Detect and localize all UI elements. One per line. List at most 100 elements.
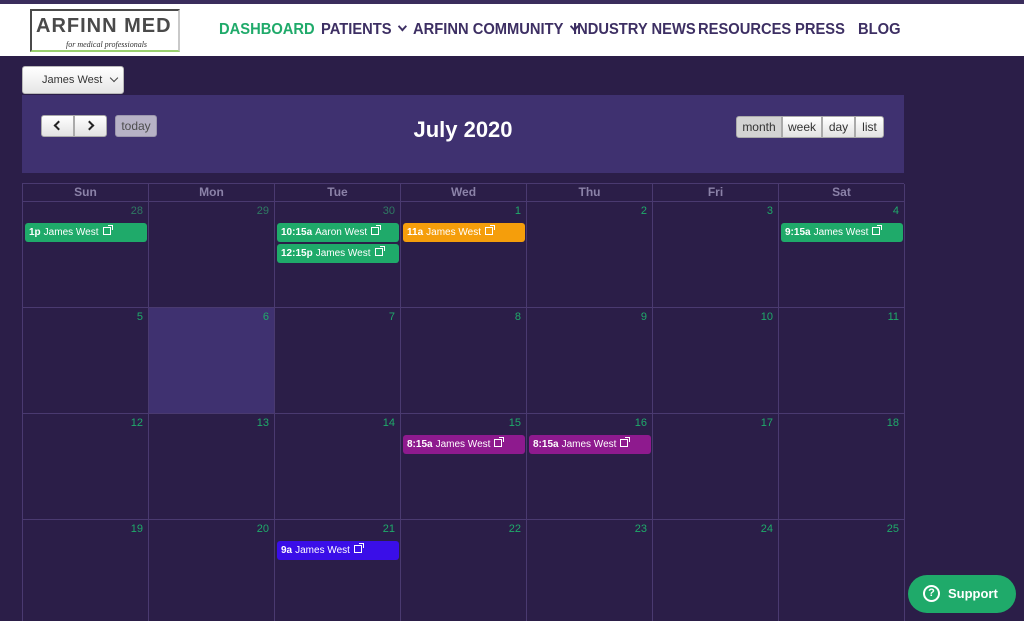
event-time: 8:15a [533, 439, 559, 450]
nav-item-resources[interactable]: RESOURCES [698, 21, 791, 41]
calendar-event[interactable]: 9:15a James West [781, 223, 903, 242]
day-cell[interactable]: 1 11a James West [401, 202, 527, 308]
day-cell[interactable]: 4 9:15a James West [779, 202, 905, 308]
day-number[interactable]: 22 [509, 523, 521, 535]
view-week-button[interactable]: week [782, 116, 822, 138]
day-number[interactable]: 23 [635, 523, 647, 535]
day-cell[interactable]: 21 9a James West [275, 520, 401, 621]
day-cell[interactable]: 17 [653, 414, 779, 520]
day-cell[interactable]: 10 [653, 308, 779, 414]
nav-item-press[interactable]: PRESS [795, 21, 845, 41]
day-cell[interactable]: 30 10:15a Aaron West 12:15p James West [275, 202, 401, 308]
day-cell[interactable]: 29 [149, 202, 275, 308]
nav-item-blog[interactable]: BLOG [858, 21, 901, 41]
day-cell[interactable]: 12 [23, 414, 149, 520]
day-cell[interactable]: 2 [527, 202, 653, 308]
day-number[interactable]: 28 [131, 205, 143, 217]
day-number[interactable]: 9 [641, 311, 647, 323]
day-cell[interactable]: 28 1p James West [23, 202, 149, 308]
day-number[interactable]: 7 [389, 311, 395, 323]
day-cell[interactable]: 15 8:15a James West [401, 414, 527, 520]
calendar-event[interactable]: 11a James West [403, 223, 525, 242]
day-number[interactable]: 4 [893, 205, 899, 217]
day-number[interactable]: 29 [257, 205, 269, 217]
day-number[interactable]: 5 [137, 311, 143, 323]
day-number[interactable]: 13 [257, 417, 269, 429]
nav-item-patients[interactable]: PATIENTS [321, 21, 407, 41]
month-grid: Sun Mon Tue Wed Thu Fri Sat 28 1p James West 29 30 1… [22, 183, 905, 621]
day-cell[interactable]: 9 [527, 308, 653, 414]
event-title: James West [561, 439, 617, 450]
day-number[interactable]: 2 [641, 205, 647, 217]
day-cell[interactable]: 7 [275, 308, 401, 414]
calendar-event[interactable]: 10:15a Aaron West [277, 223, 399, 242]
day-cell[interactable]: 5 [23, 308, 149, 414]
day-number[interactable]: 6 [263, 311, 269, 323]
day-number[interactable]: 21 [383, 523, 395, 535]
nav-item-dashboard[interactable]: DASHBOARD [219, 21, 315, 41]
view-day-button[interactable]: day [822, 116, 855, 138]
user-select[interactable]: James West [22, 66, 124, 94]
day-number[interactable]: 25 [887, 523, 899, 535]
day-cell[interactable]: 20 [149, 520, 275, 621]
day-cell[interactable]: 6 [149, 308, 275, 414]
day-cell[interactable]: 18 [779, 414, 905, 520]
external-link-icon [371, 225, 382, 235]
day-cell[interactable]: 22 [401, 520, 527, 621]
nav-item-label: DASHBOARD [219, 21, 315, 38]
external-link-icon [494, 437, 505, 447]
day-number[interactable]: 17 [761, 417, 773, 429]
day-cell[interactable]: 19 [23, 520, 149, 621]
day-cell[interactable]: 14 [275, 414, 401, 520]
day-cell[interactable]: 3 [653, 202, 779, 308]
day-cell[interactable]: 16 8:15a James West [527, 414, 653, 520]
nav-item-label: ARFINN COMMUNITY [413, 21, 564, 38]
view-month-button[interactable]: month [736, 116, 782, 138]
day-number[interactable]: 24 [761, 523, 773, 535]
nav-item-label: PATIENTS [321, 21, 392, 38]
day-number[interactable]: 8 [515, 311, 521, 323]
weekday-header: Thu [527, 184, 653, 202]
event-time: 11a [407, 227, 424, 238]
weekday-header: Mon [149, 184, 275, 202]
calendar-event[interactable]: 8:15a James West [403, 435, 525, 454]
calendar-event[interactable]: 9a James West [277, 541, 399, 560]
weekday-header: Sun [23, 184, 149, 202]
day-cell[interactable]: 23 [527, 520, 653, 621]
day-cell[interactable]: 11 [779, 308, 905, 414]
event-title: James West [435, 439, 491, 450]
day-number[interactable]: 20 [257, 523, 269, 535]
calendar-event[interactable]: 1p James West [25, 223, 147, 242]
chevron-down-icon [397, 21, 407, 32]
day-number[interactable]: 3 [767, 205, 773, 217]
view-list-button[interactable]: list [855, 116, 884, 138]
nav-item-industry-news[interactable]: INDUSTRY NEWS [573, 21, 696, 41]
external-link-icon [353, 543, 364, 553]
day-cell[interactable]: 8 [401, 308, 527, 414]
event-title: James West [813, 227, 869, 238]
day-number[interactable]: 19 [131, 523, 143, 535]
event-time: 10:15a [281, 227, 313, 238]
event-title: James West [315, 248, 371, 259]
day-cell[interactable]: 13 [149, 414, 275, 520]
day-number[interactable]: 16 [635, 417, 647, 429]
event-title: James West [43, 227, 99, 238]
day-number[interactable]: 10 [761, 311, 773, 323]
logo[interactable]: ARFINN MED for medical professionals [30, 9, 180, 52]
nav-item-arfinn-community[interactable]: ARFINN COMMUNITY [413, 21, 579, 41]
calendar-event[interactable]: 12:15p James West [277, 244, 399, 263]
event-title: James West [426, 227, 481, 238]
day-number[interactable]: 14 [383, 417, 395, 429]
day-cell[interactable]: 25 [779, 520, 905, 621]
day-cell[interactable]: 24 [653, 520, 779, 621]
calendar-event[interactable]: 8:15a James West [529, 435, 651, 454]
day-number[interactable]: 18 [887, 417, 899, 429]
day-number[interactable]: 11 [888, 311, 899, 323]
question-circle-icon: ? [923, 585, 940, 602]
day-number[interactable]: 1 [515, 205, 521, 217]
support-button[interactable]: ? Support [908, 575, 1016, 613]
day-number[interactable]: 12 [131, 417, 143, 429]
event-time: 8:15a [407, 439, 433, 450]
day-number[interactable]: 30 [383, 205, 395, 217]
day-number[interactable]: 15 [509, 417, 521, 429]
